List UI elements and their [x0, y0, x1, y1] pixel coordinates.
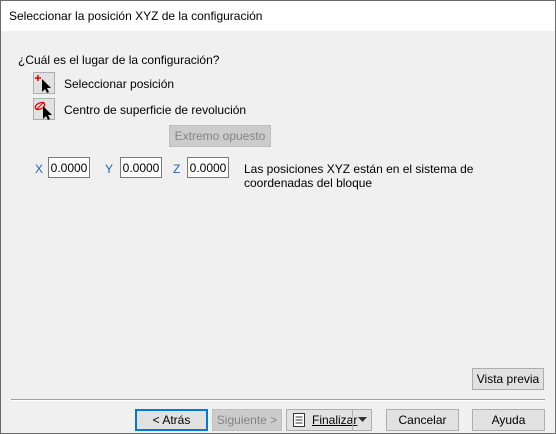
dialog-title: Seleccionar la posición XYZ de la config… [9, 9, 263, 23]
help-button[interactable]: Ayuda [472, 409, 545, 431]
location-prompt: ¿Cuál es el lugar de la configuración? [18, 53, 220, 67]
next-button[interactable]: Siguiente > [212, 409, 282, 431]
surface-center-icon [34, 101, 52, 120]
finish-label: Finalizar [312, 413, 358, 427]
checklist-icon [293, 413, 305, 427]
coordinates-note: Las posiciones XYZ están en el sistema d… [244, 162, 474, 190]
surface-center-button[interactable] [33, 98, 55, 120]
surface-center-label: Centro de superficie de revolución [64, 103, 247, 117]
pick-point-icon [35, 75, 51, 93]
x-label: X [35, 162, 44, 176]
select-position-label: Seleccionar posición [64, 77, 175, 91]
opposite-end-button[interactable]: Extremo opuesto [169, 125, 271, 147]
finish-dropdown-arrow[interactable] [352, 410, 371, 430]
finish-split-button[interactable]: Finalizar [286, 409, 372, 431]
x-coordinate-input[interactable] [48, 157, 90, 178]
preview-button[interactable]: Vista previa [472, 368, 544, 390]
chevron-down-icon [357, 417, 367, 422]
footer-separator [11, 399, 545, 401]
z-label: Z [173, 162, 181, 176]
y-coordinate-input[interactable] [120, 157, 162, 178]
z-coordinate-input[interactable] [187, 157, 229, 178]
wizard-dialog: Seleccionar la posición XYZ de la config… [0, 0, 556, 434]
y-label: Y [105, 162, 114, 176]
select-position-button[interactable] [33, 72, 55, 94]
title-bar[interactable]: Seleccionar la posición XYZ de la config… [1, 1, 555, 31]
cancel-button[interactable]: Cancelar [386, 409, 459, 431]
back-button[interactable]: < Atrás [135, 409, 208, 431]
